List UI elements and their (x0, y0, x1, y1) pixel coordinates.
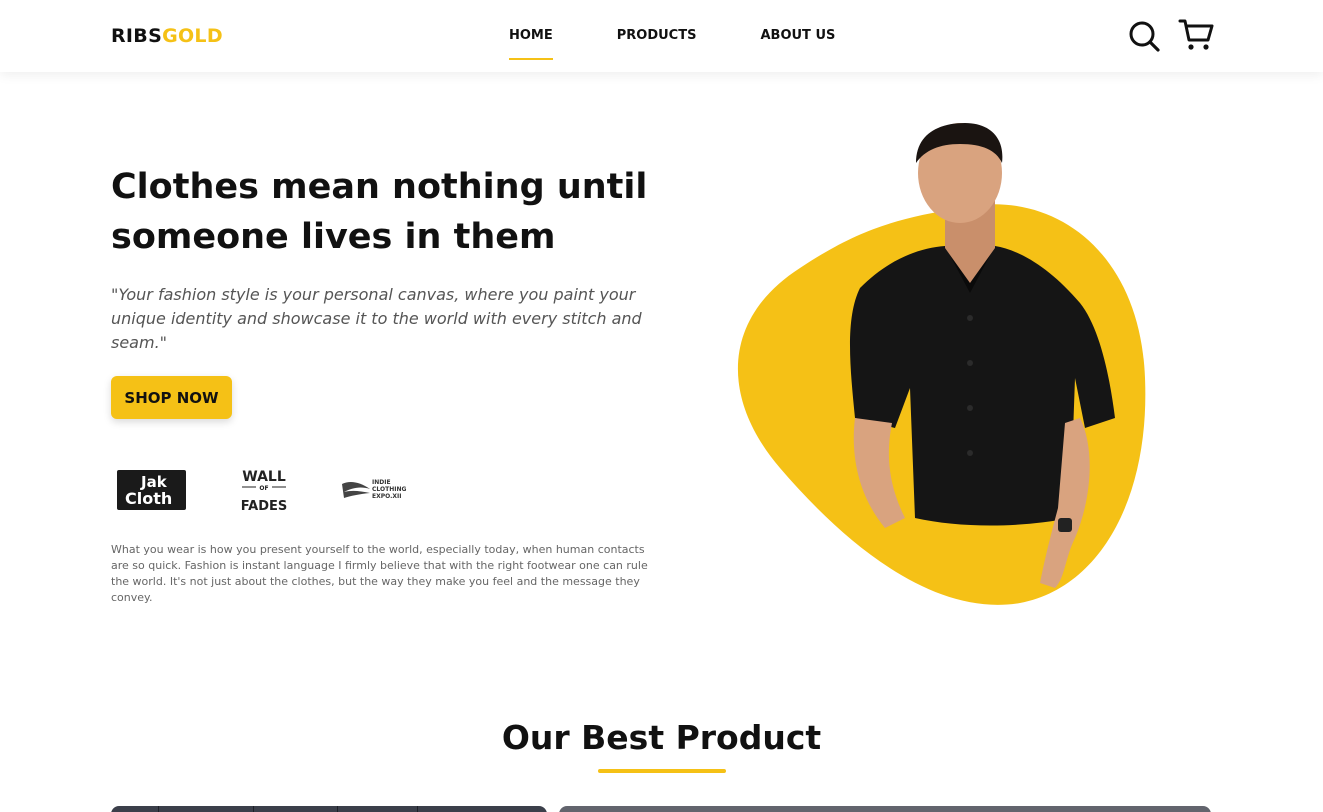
wall-of-fades-logo-line-3: FADES (241, 499, 287, 514)
jakcloth-logo-line-2: Cloth (125, 489, 172, 508)
hero-model-image (720, 118, 1160, 608)
product-card-1[interactable] (111, 806, 547, 812)
nav-about-link[interactable]: ABOUT US (760, 28, 835, 52)
main-nav: HOME PRODUCTS ABOUT US (509, 28, 835, 60)
card-divider (417, 806, 418, 812)
wall-of-fades-logo: WALL OF FADES (240, 466, 288, 515)
nav-home-link[interactable]: HOME (509, 28, 553, 60)
best-product-title: Our Best Product (501, 718, 822, 757)
landing-page: RIBSGOLD HOME PRODUCTS ABOUT US Clothes … (0, 0, 1323, 812)
indie-logo-line-1: INDIE (372, 479, 391, 486)
card-divider (337, 806, 338, 812)
card-divider (253, 806, 254, 812)
shop-now-button[interactable]: SHOP NOW (111, 376, 232, 419)
hero-description: What you wear is how you present yoursel… (111, 543, 648, 604)
indie-logo-line-3: EXPO.XII (372, 493, 401, 500)
hero-title: Clothes mean nothing until someone lives… (111, 167, 648, 257)
wall-of-fades-logo-line-2: OF (259, 485, 268, 492)
indie-logo-line-2: CLOTHING (372, 486, 406, 493)
card-divider (158, 806, 159, 812)
product-card-2[interactable] (559, 806, 1211, 812)
search-icon[interactable] (1128, 20, 1160, 52)
nav-products-link[interactable]: PRODUCTS (617, 28, 697, 52)
logo-text-ribs: RIBS (111, 25, 163, 47)
cart-icon[interactable] (1178, 17, 1214, 53)
jakcloth-logo: Jak Cloth (117, 470, 186, 510)
hero-quote: "Your fashion style is your personal can… (111, 285, 642, 352)
navbar: RIBSGOLD HOME PRODUCTS ABOUT US (0, 0, 1323, 72)
indie-clothing-expo-logo: INDIE CLOTHING EXPO.XII (340, 476, 410, 502)
brand-logo[interactable]: RIBSGOLD (111, 25, 223, 47)
section-title-underline (598, 769, 726, 773)
logo-text-gold: GOLD (162, 25, 223, 47)
wall-of-fades-logo-line-1: WALL (242, 469, 286, 485)
